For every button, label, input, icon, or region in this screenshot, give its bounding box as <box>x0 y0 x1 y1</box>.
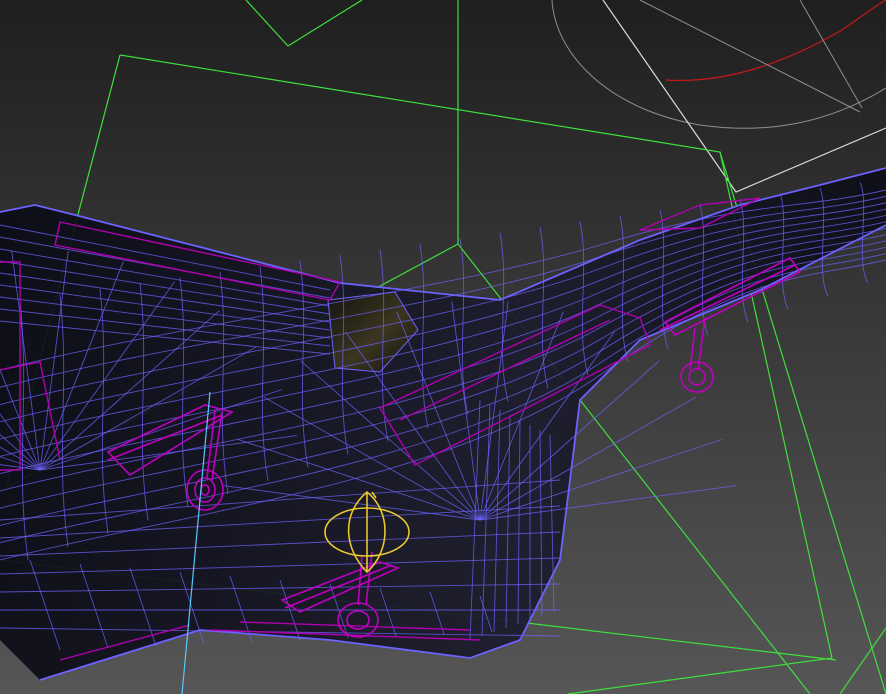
3d-viewport[interactable] <box>0 0 886 694</box>
viewport-canvas[interactable] <box>0 0 886 694</box>
